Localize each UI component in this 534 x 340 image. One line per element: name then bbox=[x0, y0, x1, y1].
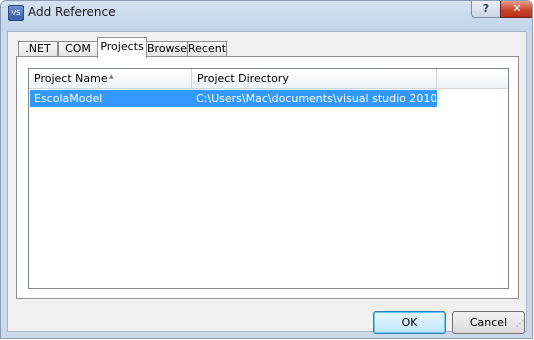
sort-ascending-icon: ▲ bbox=[109, 73, 114, 80]
tab-browse[interactable]: Browse bbox=[146, 41, 188, 57]
list-header: ▲ Project Name Project Directory bbox=[29, 69, 508, 89]
tab-dotnet[interactable]: .NET bbox=[18, 41, 58, 57]
project-directory-cell: C:\Users\Mac\documents\visual studio 201… bbox=[196, 92, 436, 105]
dialog-title: Add Reference bbox=[28, 5, 116, 19]
list-item[interactable]: EscolaModel C:\Users\Mac\documents\visua… bbox=[30, 90, 437, 107]
close-button[interactable]: ✕ bbox=[500, 1, 532, 18]
column-header-project-name[interactable]: ▲ Project Name bbox=[29, 69, 192, 88]
projects-tab-panel: ▲ Project Name Project Directory EscolaM… bbox=[16, 56, 519, 299]
tab-projects[interactable]: Projects bbox=[97, 37, 147, 58]
project-name-cell: EscolaModel bbox=[34, 92, 103, 105]
help-button[interactable]: ? bbox=[471, 1, 501, 18]
ok-button[interactable]: OK bbox=[373, 311, 446, 334]
visual-studio-icon: VS bbox=[8, 5, 24, 21]
column-header-project-directory[interactable]: Project Directory bbox=[192, 69, 437, 88]
projects-list[interactable]: ▲ Project Name Project Directory EscolaM… bbox=[28, 68, 509, 289]
close-icon: ✕ bbox=[512, 2, 522, 15]
resize-grip-icon[interactable]: ⋰ bbox=[514, 319, 524, 329]
tab-com[interactable]: COM bbox=[58, 41, 98, 57]
column-label: Project Name bbox=[34, 72, 108, 85]
add-reference-dialog: VS Add Reference ? ✕ .NET COM Projects B… bbox=[0, 0, 533, 339]
dialog-client-area: .NET COM Projects Browse Recent ▲ Projec… bbox=[7, 31, 527, 334]
tab-recent[interactable]: Recent bbox=[187, 41, 227, 57]
title-bar[interactable]: VS Add Reference ? ✕ bbox=[1, 1, 532, 31]
column-label: Project Directory bbox=[197, 72, 289, 85]
